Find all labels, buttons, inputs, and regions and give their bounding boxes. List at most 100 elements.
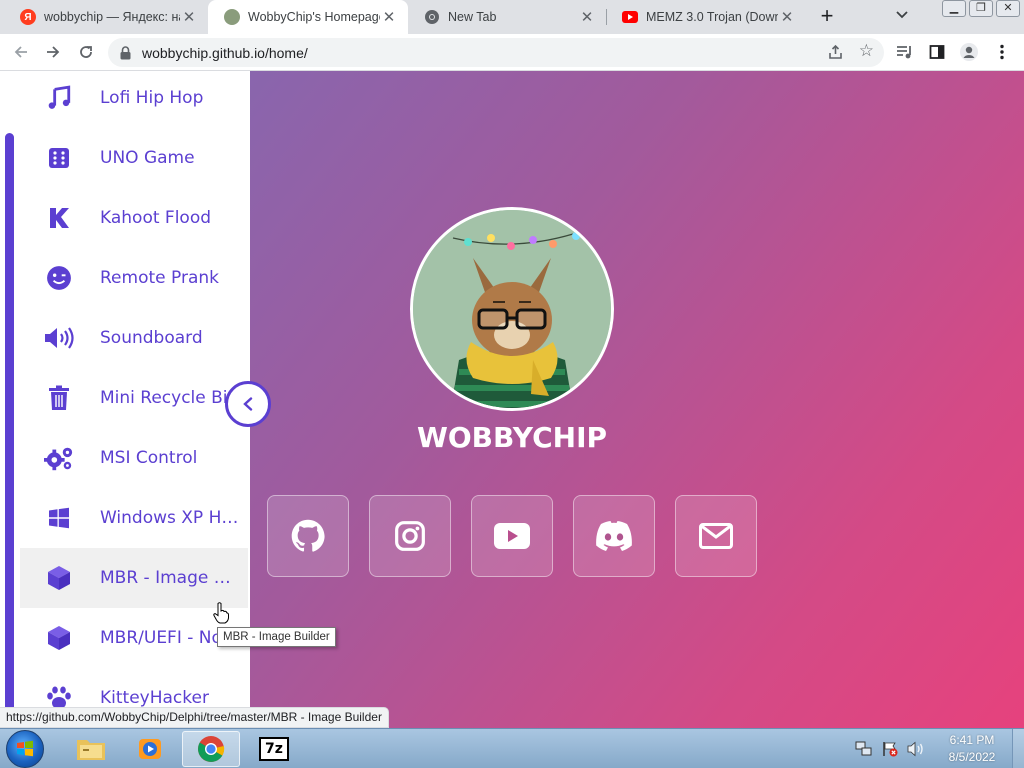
tab-search-chevron-icon[interactable]	[896, 8, 908, 22]
back-arrow-icon	[14, 46, 27, 58]
forward-button[interactable]	[41, 40, 65, 64]
email-link-button[interactable]	[675, 495, 757, 577]
dice-icon	[44, 143, 74, 173]
sidebar-item-soundboard[interactable]: Soundboard	[20, 308, 248, 368]
sidebar-item-mini-recycle-bin[interactable]: Mini Recycle Bin	[20, 368, 248, 428]
side-panel-icon	[929, 45, 945, 59]
sidebar-item-mbr-image-builder[interactable]: MBR - Image B...	[20, 548, 248, 608]
bookmark-star-icon[interactable]: ☆	[859, 41, 874, 61]
lock-icon[interactable]	[120, 45, 134, 60]
tab-title: MEMZ 3.0 Trojan (Downlo	[646, 10, 778, 24]
show-desktop-button[interactable]	[1012, 729, 1024, 768]
cube-icon	[44, 623, 74, 653]
forward-arrow-icon	[47, 46, 60, 58]
tab-close-icon[interactable]: ✕	[778, 8, 796, 26]
sidebar-item-kahoot-flood[interactable]: Kahoot Flood	[20, 188, 248, 248]
profile-avatar-image	[410, 207, 614, 411]
7zip-icon: 7z	[259, 737, 289, 761]
address-bar[interactable]: wobbychip.github.io/home/ ☆	[108, 38, 884, 67]
restore-button[interactable]: ❐	[969, 0, 993, 17]
taskbar-media-player[interactable]	[121, 731, 179, 767]
tab-memz-youtube[interactable]: MEMZ 3.0 Trojan (Downlo ✕	[606, 0, 806, 34]
yandex-icon: Я	[20, 9, 36, 25]
tab-title: WobbyChip's Homepage	[248, 10, 380, 24]
tab-close-icon[interactable]: ✕	[380, 8, 398, 26]
sidebar-item-remote-prank[interactable]: Remote Prank	[20, 248, 248, 308]
clock-date: 8/5/2022	[948, 750, 996, 764]
share-icon[interactable]	[828, 44, 844, 63]
windows-taskbar: 7z 6:41 PM 8/5/2022	[0, 728, 1024, 768]
url-text[interactable]: wobbychip.github.io/home/	[142, 45, 308, 61]
sidebar-item-label: KitteyHacker	[100, 688, 209, 708]
reload-button[interactable]	[74, 40, 98, 64]
tab-strip: Я wobbychip — Яндекс: на ✕ WobbyChip's H…	[0, 0, 1024, 34]
github-link-button[interactable]	[267, 495, 349, 577]
queue-music-icon	[897, 46, 911, 59]
profile-button[interactable]	[957, 40, 981, 64]
system-clock[interactable]: 6:41 PM 8/5/2022	[932, 732, 1012, 766]
tab-title: New Tab	[448, 10, 497, 24]
back-button[interactable]	[9, 40, 33, 64]
sidebar-scroll-indicator[interactable]	[5, 133, 14, 728]
sidebar-item-uno-game[interactable]: UNO Game	[20, 128, 248, 188]
sidebar-collapse-button[interactable]	[225, 381, 271, 427]
youtube-icon	[622, 9, 638, 25]
sidebar-item-msi-control[interactable]: MSI Control	[20, 428, 248, 488]
menu-button[interactable]	[990, 40, 1014, 64]
media-player-icon	[139, 739, 161, 759]
sidebar-item-label: Mini Recycle Bin	[100, 388, 239, 408]
network-icon[interactable]	[854, 741, 874, 757]
sidebar-item-label: UNO Game	[100, 148, 195, 168]
browser-toolbar: wobbychip.github.io/home/ ☆	[0, 34, 1024, 71]
sidebar-item-label: Lofi Hip Hop	[100, 88, 204, 108]
side-panel-button[interactable]	[925, 40, 949, 64]
kebab-menu-icon	[1000, 44, 1004, 60]
profile-avatar-icon	[960, 43, 978, 61]
tab-yandex[interactable]: Я wobbychip — Яндекс: на ✕	[4, 0, 208, 34]
kahoot-k-icon	[44, 203, 74, 233]
sidebar-item-lofi-hip-hop[interactable]: Lofi Hip Hop	[20, 71, 248, 128]
trash-icon	[44, 383, 74, 413]
reload-icon	[80, 46, 92, 58]
start-button[interactable]	[6, 730, 44, 768]
mail-icon	[699, 523, 733, 549]
tab-new-tab[interactable]: New Tab ✕	[408, 0, 606, 34]
sidebar-item-label: MBR/UEFI - No	[100, 628, 222, 648]
page-content: Lofi Hip Hop UNO Game Kahoot Flood Remot…	[0, 71, 1024, 728]
close-window-button[interactable]: ✕	[996, 0, 1020, 17]
speaker-icon	[44, 323, 74, 353]
instagram-link-button[interactable]	[369, 495, 451, 577]
windows-icon	[44, 503, 74, 533]
site-brand-title: WOBBYCHIP	[416, 421, 608, 454]
tab-close-icon[interactable]: ✕	[180, 8, 198, 26]
tab-close-icon[interactable]: ✕	[578, 8, 596, 26]
cube-icon	[44, 563, 74, 593]
sidebar-item-label: MSI Control	[100, 448, 198, 468]
clock-time: 6:41 PM	[949, 733, 995, 747]
chrome-icon	[198, 736, 225, 762]
taskbar-7zip[interactable]: 7z	[245, 731, 303, 767]
chrome-icon	[424, 9, 440, 25]
sidebar-item-label: Kahoot Flood	[100, 208, 212, 228]
sidebar-item-label: Windows XP Ho...	[100, 508, 240, 528]
discord-icon	[596, 521, 632, 551]
cat-avatar-icon	[224, 9, 240, 25]
media-control-button[interactable]	[893, 40, 917, 64]
minimize-button[interactable]: ▁	[942, 0, 966, 17]
explorer-icon	[77, 740, 105, 760]
discord-link-button[interactable]	[573, 495, 655, 577]
sidebar-item-label: MBR - Image B...	[100, 568, 240, 588]
status-bar-url: https://github.com/WobbyChip/Delphi/tree…	[0, 707, 389, 728]
sidebar-item-windows-xp[interactable]: Windows XP Ho...	[20, 488, 248, 548]
volume-icon[interactable]	[906, 741, 926, 757]
system-tray: 6:41 PM 8/5/2022	[854, 729, 1024, 768]
windows-logo-icon	[17, 740, 33, 757]
taskbar-chrome[interactable]	[182, 731, 240, 767]
tooltip: MBR - Image Builder	[217, 627, 336, 647]
action-center-flag-icon[interactable]	[880, 741, 900, 757]
tab-wobbychip-homepage[interactable]: WobbyChip's Homepage ✕	[208, 0, 408, 34]
taskbar-explorer[interactable]	[62, 731, 120, 767]
youtube-link-button[interactable]	[471, 495, 553, 577]
new-tab-button[interactable]: +	[814, 4, 840, 30]
social-links	[267, 495, 777, 577]
